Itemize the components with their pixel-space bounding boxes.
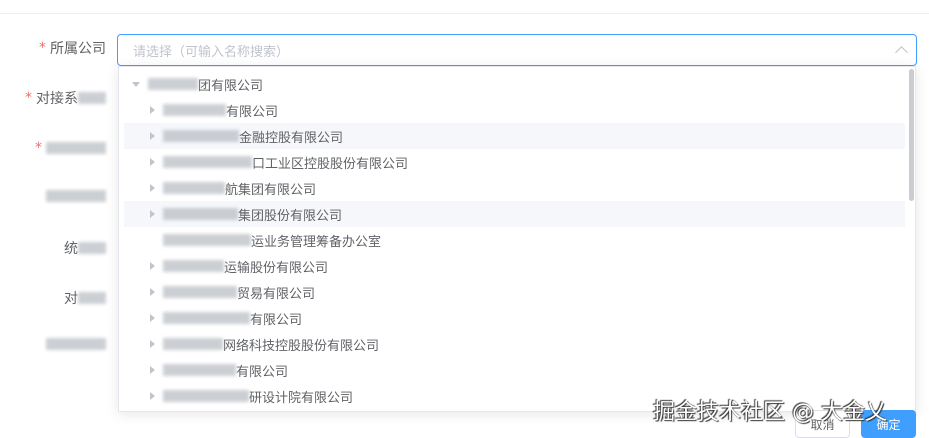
blurred-text	[163, 286, 237, 298]
tree-node-label: 运业务管理筹备办公室	[251, 234, 382, 250]
blurred-text	[163, 312, 250, 324]
tree-node[interactable]: 有限公司	[124, 305, 905, 331]
blurred-text	[163, 364, 236, 376]
tree-node[interactable]: 有限公司	[124, 97, 905, 123]
tree-node-label: 运输股份有限公司	[224, 260, 329, 276]
caret-right-icon[interactable]	[150, 262, 155, 270]
caret-right-icon[interactable]	[150, 158, 155, 166]
tree-node[interactable]: 团有限公司	[124, 71, 905, 97]
caret-right-icon[interactable]	[150, 340, 155, 348]
blurred-text	[78, 292, 106, 304]
tree-node-label: 团有限公司	[198, 78, 264, 94]
blurred-text	[163, 156, 252, 168]
blurred-text	[163, 338, 223, 350]
form-label-text: 对接系	[36, 91, 78, 107]
required-star: *	[35, 140, 42, 156]
tree-node-label: 研设计院有限公司	[249, 390, 354, 406]
tree-node[interactable]: 有限公司	[124, 357, 905, 383]
form-label-text: 对	[64, 291, 78, 307]
tree-node-label: 贸易有限公司	[237, 286, 316, 302]
caret-right-icon[interactable]	[150, 106, 155, 114]
tree-node[interactable]: 运输股份有限公司	[124, 253, 905, 279]
blurred-text	[46, 190, 106, 202]
tree-node[interactable]: 网络科技控股股份有限公司	[124, 331, 905, 357]
form-label	[46, 338, 106, 350]
tree-node[interactable]: 口工业区控股股份有限公司	[124, 149, 905, 175]
tree-node[interactable]: 航集团有限公司	[124, 175, 905, 201]
caret-right-icon[interactable]	[150, 184, 155, 192]
blurred-text	[78, 242, 106, 254]
caret-right-icon[interactable]	[150, 366, 155, 374]
tree-node[interactable]: 运业务管理筹备办公室	[124, 227, 905, 253]
form-label: 对	[64, 288, 106, 308]
blurred-text	[163, 182, 225, 194]
tree-node[interactable]: 贸易有限公司	[124, 279, 905, 305]
caret-right-icon[interactable]	[150, 288, 155, 296]
blurred-text	[148, 78, 198, 90]
blurred-text	[163, 234, 251, 246]
blurred-text	[163, 260, 224, 272]
caret-down-icon[interactable]	[132, 81, 140, 87]
tree-node-label: 口工业区控股股份有限公司	[252, 156, 409, 172]
company-label: * 所属公司	[39, 40, 106, 57]
divider	[0, 13, 929, 14]
watermark: 掘金技术社区 @ 大金乂	[653, 400, 887, 425]
company-tree-dropdown: 团有限公司 有限公司 金融控股有限公司 口工业区控股股份有限公司 航集团有限公司 集团股份…	[118, 66, 916, 412]
tree-node-label: 有限公司	[250, 312, 303, 328]
tree-node[interactable]: 金融控股有限公司	[124, 123, 905, 149]
caret-right-icon[interactable]	[150, 314, 155, 322]
blurred-text	[78, 92, 106, 104]
blurred-text	[163, 130, 239, 142]
blurred-text	[163, 104, 226, 116]
tree-node-label: 航集团有限公司	[225, 182, 317, 198]
tree-node-label: 集团股份有限公司	[238, 208, 343, 224]
tree-node-label: 网络科技控股股份有限公司	[223, 338, 380, 354]
chevron-up-icon[interactable]	[895, 46, 908, 59]
form-label	[46, 190, 106, 202]
caret-right-icon[interactable]	[150, 132, 155, 140]
form-label-text: 统	[64, 241, 78, 257]
blurred-text	[46, 142, 106, 154]
company-select-placeholder: 请选择（可输入名称搜索）	[133, 44, 290, 60]
tree-node-label: 有限公司	[226, 104, 279, 120]
caret-right-icon[interactable]	[150, 392, 155, 400]
required-star: *	[25, 90, 32, 106]
form-label: 统	[64, 238, 106, 258]
form-label: *	[35, 140, 106, 156]
blurred-text	[163, 390, 249, 402]
caret-right-icon[interactable]	[150, 210, 155, 218]
form-label: * 对接系	[25, 88, 106, 108]
scrollbar[interactable]	[909, 69, 914, 201]
tree-node-label: 金融控股有限公司	[239, 130, 344, 146]
blurred-text	[46, 338, 106, 350]
tree-node-label: 有限公司	[236, 364, 289, 380]
blurred-text	[163, 208, 238, 220]
company-select-input[interactable]: 请选择（可输入名称搜索）	[117, 34, 917, 66]
tree-node[interactable]: 集团股份有限公司	[124, 201, 905, 227]
